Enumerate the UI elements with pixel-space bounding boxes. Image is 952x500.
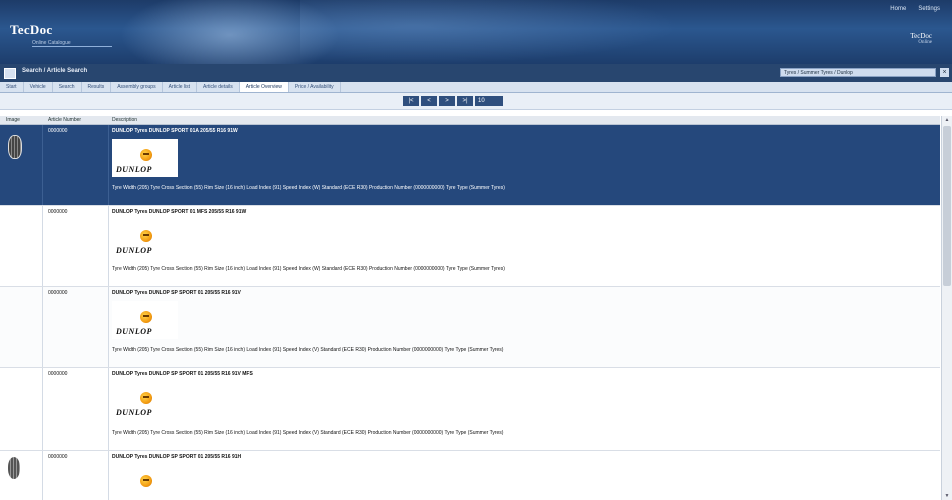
prev-page-button[interactable]: < bbox=[421, 96, 437, 106]
brand-name: DUNLOP bbox=[116, 246, 152, 255]
breadcrumb-item[interactable]: Start bbox=[0, 82, 24, 92]
article-title: DUNLOP Tyres DUNLOP SP SPORT 01 205/55 R… bbox=[112, 454, 242, 460]
table-row[interactable]: 0000000 DUNLOP Tyres DUNLOP SP SPORT 01 … bbox=[0, 451, 940, 500]
top-links: Home Settings bbox=[890, 6, 940, 12]
breadcrumb-item[interactable]: Article list bbox=[163, 82, 197, 92]
page-title: Search / Article Search bbox=[22, 68, 88, 74]
table-row[interactable]: 0000000 DUNLOP Tyres DUNLOP SP SPORT 01 … bbox=[0, 368, 940, 451]
menu-button[interactable] bbox=[4, 68, 16, 79]
brand-logo: DUNLOP bbox=[112, 139, 178, 177]
page-size-select[interactable]: 10 bbox=[475, 96, 503, 106]
image-cell bbox=[0, 287, 43, 367]
header-banner: TecDoc Online Catalogue Home Settings Te… bbox=[0, 0, 952, 64]
settings-link[interactable]: Settings bbox=[918, 6, 940, 12]
scroll-down-icon[interactable]: ▼ bbox=[943, 492, 951, 500]
pager-bar: |< < > >| 10 bbox=[0, 93, 952, 110]
article-number[interactable]: 0000000 bbox=[48, 209, 67, 215]
column-header-image[interactable]: Image bbox=[6, 117, 20, 123]
dunlop-flag-icon bbox=[140, 230, 152, 242]
brand-logo: DUNLOP bbox=[112, 301, 178, 339]
article-number-cell: 0000000 bbox=[42, 125, 109, 205]
tyre-thumbnail[interactable] bbox=[8, 135, 22, 159]
article-details: Tyre Width (205) Tyre Cross Section (55)… bbox=[112, 430, 504, 436]
brand-logo bbox=[112, 465, 178, 500]
article-title: DUNLOP Tyres DUNLOP SP SPORT 01 205/55 R… bbox=[112, 290, 241, 296]
brand-logo-right: TecDoc Online bbox=[910, 32, 932, 45]
logo-tagline: Online Catalogue bbox=[32, 40, 112, 47]
brand-name: DUNLOP bbox=[116, 327, 152, 336]
article-number-cell: 0000000 bbox=[42, 206, 109, 286]
vertical-scrollbar[interactable]: ▲ ▼ bbox=[941, 116, 952, 500]
table-row[interactable]: 0000000 DUNLOP Tyres DUNLOP SP SPORT 01 … bbox=[0, 287, 940, 368]
table-row[interactable]: 0000000 DUNLOP Tyres DUNLOP SPORT 01 MFS… bbox=[0, 206, 940, 287]
article-number-cell: 0000000 bbox=[42, 368, 109, 450]
dunlop-flag-icon bbox=[140, 475, 152, 487]
breadcrumb-item[interactable]: Price / Availability bbox=[289, 82, 341, 92]
article-number-cell: 0000000 bbox=[42, 287, 109, 367]
article-number[interactable]: 0000000 bbox=[48, 371, 67, 377]
brand-right-text: TecDoc bbox=[910, 32, 932, 40]
image-cell bbox=[0, 368, 43, 450]
breadcrumb-item[interactable]: Article details bbox=[197, 82, 240, 92]
dunlop-flag-icon bbox=[140, 392, 152, 404]
breadcrumb-item[interactable]: Vehicle bbox=[24, 82, 53, 92]
first-page-button[interactable]: |< bbox=[403, 96, 419, 106]
article-title: DUNLOP Tyres DUNLOP SPORT 01A 205/55 R16… bbox=[112, 128, 238, 134]
dunlop-flag-icon bbox=[140, 311, 152, 323]
image-cell bbox=[0, 125, 43, 205]
breadcrumb-item[interactable]: Results bbox=[82, 82, 112, 92]
brand-name: DUNLOP bbox=[116, 165, 152, 174]
home-link[interactable]: Home bbox=[890, 6, 906, 12]
article-number[interactable]: 0000000 bbox=[48, 128, 67, 134]
image-cell bbox=[0, 206, 43, 286]
breadcrumb-item[interactable]: Search bbox=[53, 82, 82, 92]
last-page-button[interactable]: >| bbox=[457, 96, 473, 106]
column-header-description[interactable]: Description bbox=[112, 117, 137, 123]
article-title: DUNLOP Tyres DUNLOP SPORT 01 MFS 205/55 … bbox=[112, 209, 247, 215]
breadcrumb: Start Vehicle Search Results Assembly gr… bbox=[0, 82, 952, 93]
table-row[interactable]: 0000000 DUNLOP Tyres DUNLOP SPORT 01A 20… bbox=[0, 125, 940, 206]
dunlop-flag-icon bbox=[140, 149, 152, 161]
brand-logo: DUNLOP bbox=[112, 382, 178, 420]
close-icon[interactable]: × bbox=[940, 68, 949, 77]
title-bar: Search / Article Search Tyres / Summer T… bbox=[0, 64, 952, 82]
tecdoc-logo: TecDoc bbox=[10, 22, 53, 37]
scrollbar-thumb[interactable] bbox=[943, 126, 951, 286]
brand-name: DUNLOP bbox=[116, 408, 152, 417]
article-details: Tyre Width (205) Tyre Cross Section (55)… bbox=[112, 347, 504, 353]
next-page-button[interactable]: > bbox=[439, 96, 455, 106]
scroll-up-icon[interactable]: ▲ bbox=[943, 116, 951, 124]
article-details: Tyre Width (205) Tyre Cross Section (55)… bbox=[112, 266, 505, 272]
article-number[interactable]: 0000000 bbox=[48, 454, 67, 460]
context-selector[interactable]: Tyres / Summer Tyres / Dunlop bbox=[780, 68, 936, 77]
article-title: DUNLOP Tyres DUNLOP SP SPORT 01 205/55 R… bbox=[112, 371, 253, 377]
tyre-thumbnail[interactable] bbox=[8, 457, 20, 479]
brand-right-sub: Online bbox=[918, 40, 932, 45]
image-cell bbox=[0, 451, 43, 500]
article-details: Tyre Width (205) Tyre Cross Section (55)… bbox=[112, 185, 505, 191]
article-number[interactable]: 0000000 bbox=[48, 290, 67, 296]
pager-controls: |< < > >| 10 bbox=[403, 96, 503, 106]
column-header-article-number[interactable]: Article Number bbox=[48, 117, 81, 123]
breadcrumb-item[interactable]: Assembly groups bbox=[111, 82, 163, 92]
table-header: Image Article Number Description bbox=[0, 116, 940, 125]
brand-logo: DUNLOP bbox=[112, 220, 178, 258]
banner-decoration-2 bbox=[300, 0, 680, 64]
article-number-cell: 0000000 bbox=[42, 451, 109, 500]
breadcrumb-item-active[interactable]: Article Overview bbox=[239, 82, 289, 92]
